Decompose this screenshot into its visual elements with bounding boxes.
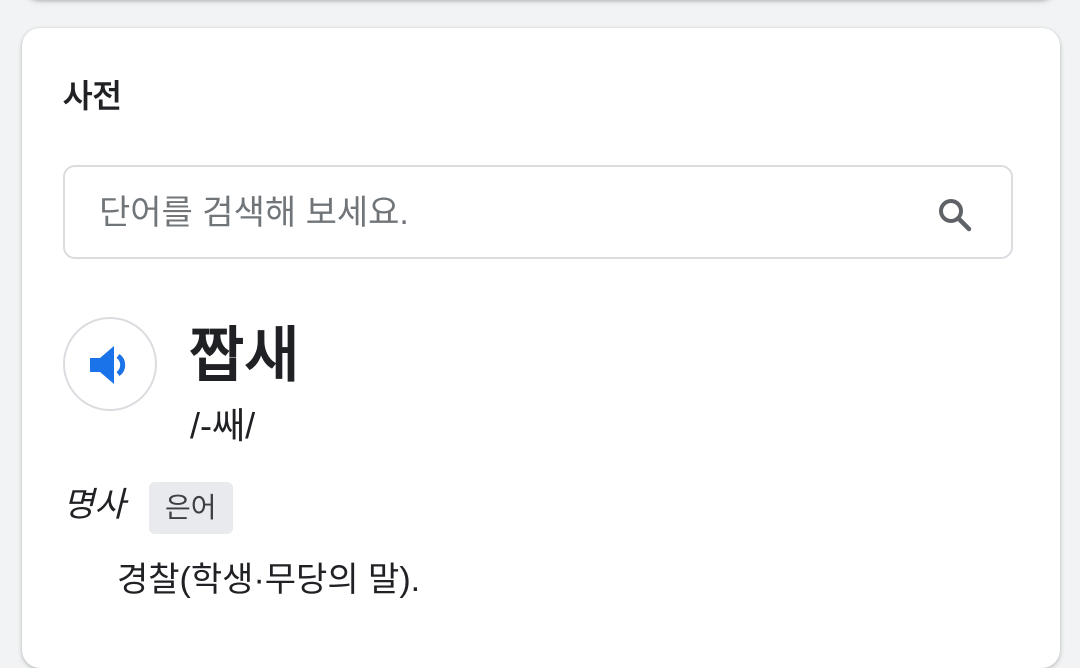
card-title: 사전 [63, 78, 122, 114]
search-icon[interactable] [935, 195, 975, 235]
part-of-speech: 명사 [63, 486, 126, 524]
speaker-icon [90, 346, 126, 384]
pronunciation-audio-button[interactable] [63, 317, 157, 411]
dictionary-card: 사전 짭새 /-쌔/ 명사 은어 경찰(학생·무당의 말). [22, 28, 1060, 668]
pronunciation-text: /-쌔/ [190, 405, 256, 446]
usage-tag-badge: 은어 [149, 482, 233, 534]
headword: 짭새 [189, 322, 300, 389]
search-box[interactable] [63, 165, 1013, 259]
search-input[interactable] [97, 185, 921, 241]
definition-text: 경찰(학생·무당의 말). [117, 561, 421, 599]
